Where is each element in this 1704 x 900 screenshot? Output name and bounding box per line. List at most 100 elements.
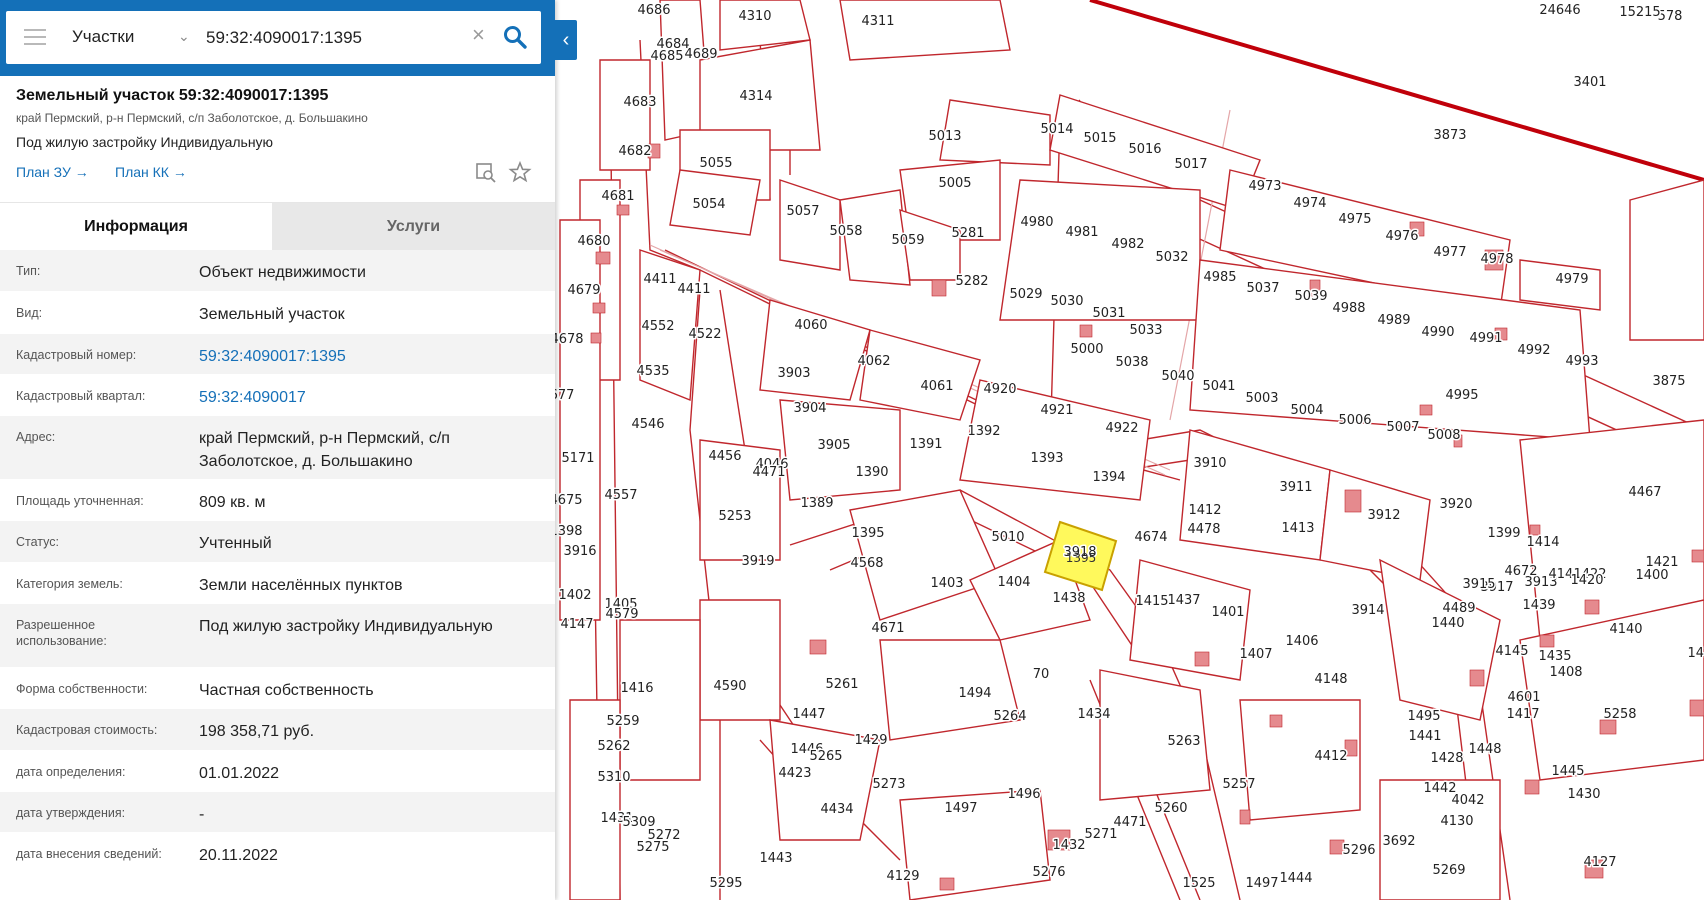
parcel-number-label: 5282 bbox=[955, 274, 988, 289]
parcel-number-label: 4995 bbox=[1445, 388, 1478, 403]
parcel-number-label: 4991 bbox=[1469, 331, 1502, 346]
parcel-number-label: 4681 bbox=[601, 189, 634, 204]
attribute-value-link[interactable]: 59:32:4090017:1395 bbox=[199, 345, 539, 368]
attribute-row: дата утверждения: - bbox=[0, 792, 555, 833]
parcel-number-label: 5010 bbox=[991, 530, 1024, 545]
parcel-number-label: 1390 bbox=[855, 465, 888, 480]
parcel-number-label: 4062 bbox=[857, 354, 890, 369]
search-on-map-icon[interactable] bbox=[474, 160, 498, 184]
star-icon[interactable] bbox=[508, 160, 532, 184]
plan-kk-link[interactable]: План КК → bbox=[115, 164, 187, 180]
parcel-number-label: 4147 bbox=[560, 617, 593, 632]
attribute-value: - bbox=[199, 806, 205, 823]
parcel-number-label: 5264 bbox=[993, 709, 1026, 724]
parcel-number-label: 4130 bbox=[1440, 814, 1473, 829]
panel-tabs: Информация Услуги bbox=[0, 202, 555, 251]
attribute-table: Тип: Объект недвижимости Вид: Земельный уча… bbox=[0, 250, 555, 874]
parcel-number-label: 4981 bbox=[1065, 225, 1098, 240]
parcel-number-label: 4671 bbox=[871, 621, 904, 636]
map-parcel[interactable] bbox=[879, 639, 1021, 741]
parcel-number-label: 1435 bbox=[1538, 649, 1571, 664]
attribute-key: Вид: bbox=[16, 306, 43, 320]
map-parcel[interactable] bbox=[849, 489, 1001, 621]
parcel-number-label: 5041 bbox=[1202, 379, 1235, 394]
parcel-number-label: 1494 bbox=[958, 686, 991, 701]
parcel-title: Земельный участок 59:32:4090017:1395 bbox=[16, 87, 329, 104]
map-parcel[interactable] bbox=[759, 299, 871, 401]
parcel-number-label: 5003 bbox=[1245, 391, 1278, 406]
tab-services[interactable]: Услуги bbox=[272, 203, 555, 251]
attribute-row: Разрешенное использование: Под жилую заст… bbox=[0, 604, 555, 668]
attribute-row: Кадастровый квартал: 59:32:4090017 bbox=[0, 375, 555, 416]
parcel-number-label: 4979 bbox=[1555, 272, 1588, 287]
info-panel: Участки ⌄ × Земельный участок 59:32:4090… bbox=[0, 0, 555, 900]
chevron-down-icon[interactable]: ⌄ bbox=[178, 28, 190, 45]
map-parcel[interactable] bbox=[1319, 469, 1431, 581]
map-parcel[interactable] bbox=[1179, 429, 1331, 561]
search-icon[interactable] bbox=[502, 24, 528, 50]
collapse-panel-button[interactable]: ‹ bbox=[555, 20, 577, 60]
map-parcel[interactable] bbox=[839, 0, 1011, 61]
map-parcel[interactable] bbox=[559, 219, 601, 621]
map-parcel[interactable] bbox=[1129, 559, 1251, 681]
parcel-number-label: 1495 bbox=[1407, 709, 1440, 724]
map-parcel[interactable] bbox=[569, 699, 621, 900]
attribute-row: Адрес: край Пермский, р-н Пермский, с/п З… bbox=[0, 416, 555, 480]
parcel-number-label: 3915 bbox=[1462, 577, 1495, 592]
parcel-number-label: 4434 bbox=[820, 802, 853, 817]
map-building bbox=[1524, 779, 1540, 795]
attribute-value-link[interactable]: 59:32:4090017 bbox=[199, 386, 539, 409]
map-building bbox=[1269, 714, 1283, 728]
search-category-select[interactable]: Участки bbox=[72, 27, 134, 47]
map-building bbox=[1419, 404, 1433, 416]
parcel-number-label: 4920 bbox=[983, 382, 1016, 397]
parcel-number-label: 1496 bbox=[1007, 787, 1040, 802]
parcel-number-label: 1408 bbox=[1549, 665, 1582, 680]
map-parcel[interactable] bbox=[699, 599, 781, 721]
attribute-row: Вид: Земельный участок bbox=[0, 292, 555, 334]
parcel-address: край Пермский, р-н Пермский, с/п Заболот… bbox=[16, 111, 368, 125]
plan-zu-link[interactable]: План ЗУ → bbox=[16, 164, 89, 180]
tab-info[interactable]: Информация bbox=[0, 203, 272, 251]
parcel-number-label: 3910 bbox=[1193, 456, 1226, 471]
parcel-number-label: 5008 bbox=[1427, 428, 1460, 443]
map-parcel[interactable] bbox=[619, 619, 701, 781]
clear-icon[interactable]: × bbox=[472, 22, 485, 48]
parcel-number-label: 5057 bbox=[786, 204, 819, 219]
parcel-number-label: 4672 bbox=[1504, 564, 1537, 579]
parcel-number-label: 4522 bbox=[688, 327, 721, 342]
parcel-number-label: 5258 bbox=[1603, 707, 1636, 722]
parcel-number-label: 5273 bbox=[872, 777, 905, 792]
attribute-row: дата определения: 01.01.2022 bbox=[0, 751, 555, 792]
parcel-number-label: 4535 bbox=[636, 364, 669, 379]
attribute-value: Земельный участок bbox=[199, 306, 345, 323]
parcel-number-label: 5029 bbox=[1009, 287, 1042, 302]
parcel-number-label: 4980 bbox=[1020, 215, 1053, 230]
map-parcel[interactable] bbox=[1629, 179, 1704, 341]
menu-icon[interactable] bbox=[24, 29, 46, 47]
attribute-row: Статус: Учтенный bbox=[0, 521, 555, 563]
map-building bbox=[1584, 599, 1600, 615]
parcel-number-label: 4990 bbox=[1421, 325, 1454, 340]
attribute-key: дата утверждения: bbox=[16, 806, 126, 820]
parcel-number-label: 1395 bbox=[851, 526, 884, 541]
parcel-number-label: 4975 bbox=[1338, 212, 1371, 227]
attribute-value: 809 кв. м bbox=[199, 494, 266, 511]
parcel-number-label: 4557 bbox=[604, 488, 637, 503]
parcel-number-label: 5276 bbox=[1032, 865, 1065, 880]
attribute-value: Частная собственность bbox=[199, 682, 374, 699]
parcel-number-label: 4552 bbox=[641, 319, 674, 334]
parcel-number-label: 4568 bbox=[850, 556, 883, 571]
parcel-number-label: 4678 bbox=[550, 332, 583, 347]
parcel-number-label: 5005 bbox=[938, 176, 971, 191]
parcel-number-label: 4489 bbox=[1442, 601, 1475, 616]
map-parcel[interactable] bbox=[859, 329, 981, 421]
parcel-number-label: 1403 bbox=[930, 576, 963, 591]
parcel-number-label: 4601 bbox=[1507, 690, 1540, 705]
parcel-number-label: 4989 bbox=[1377, 313, 1410, 328]
attribute-key: Адрес: bbox=[16, 430, 56, 444]
search-input[interactable] bbox=[204, 24, 468, 52]
parcel-number-label: 4140 bbox=[1609, 622, 1642, 637]
map-building bbox=[1599, 719, 1617, 735]
parcel-number-label: 4679 bbox=[567, 283, 600, 298]
